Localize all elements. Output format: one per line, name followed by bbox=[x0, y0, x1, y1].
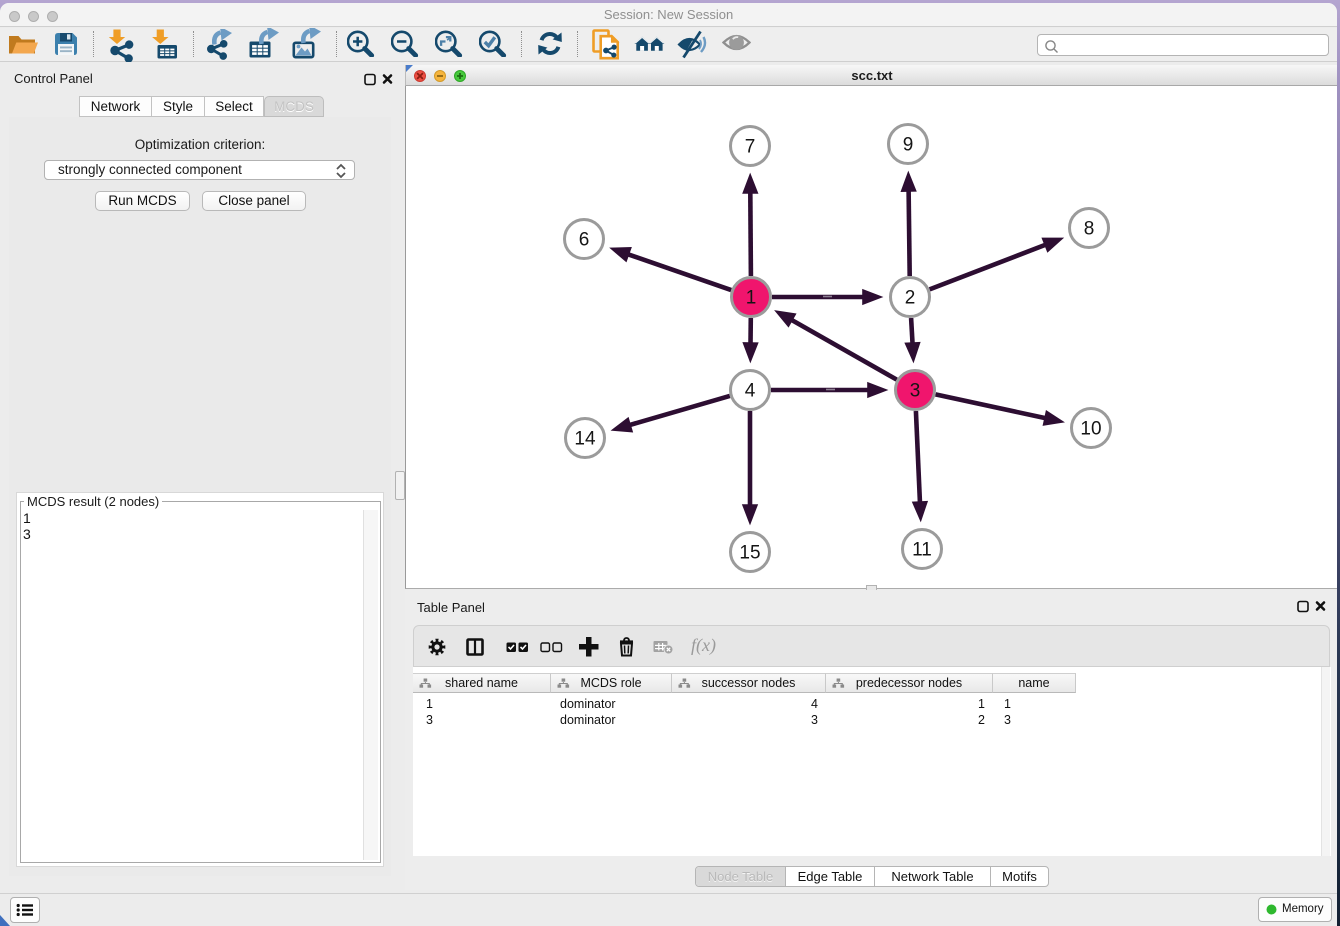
svg-text:2: 2 bbox=[905, 288, 916, 309]
svg-text:7: 7 bbox=[745, 137, 756, 158]
svg-text:3: 3 bbox=[910, 381, 921, 402]
svg-text:8: 8 bbox=[1084, 219, 1095, 240]
svg-text:15: 15 bbox=[739, 543, 760, 564]
svg-text:11: 11 bbox=[912, 540, 932, 561]
svg-text:1: 1 bbox=[746, 288, 757, 309]
svg-text:4: 4 bbox=[745, 381, 756, 402]
svg-text:6: 6 bbox=[579, 230, 590, 251]
svg-text:10: 10 bbox=[1080, 419, 1101, 440]
svg-text:14: 14 bbox=[574, 429, 596, 450]
svg-text:9: 9 bbox=[903, 135, 914, 156]
